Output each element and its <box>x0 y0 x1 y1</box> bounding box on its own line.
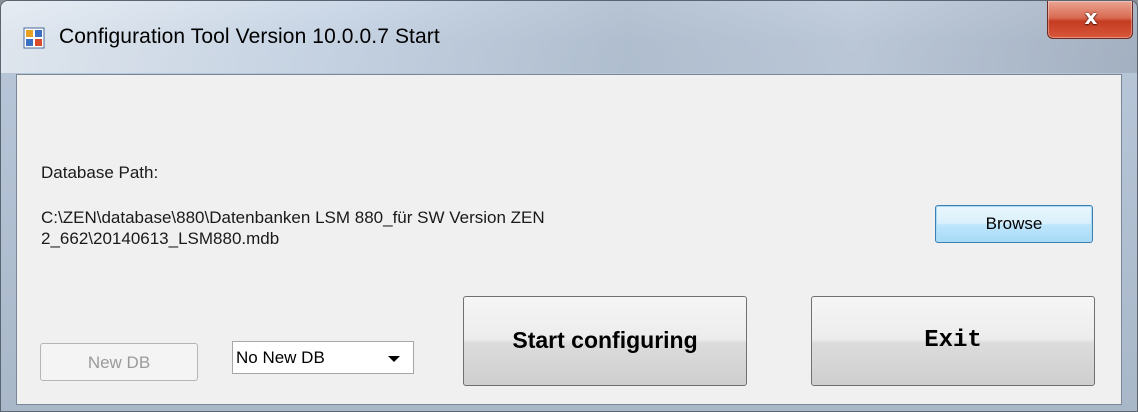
database-path-label: Database Path: <box>41 163 159 182</box>
exit-button[interactable]: Exit <box>811 296 1095 386</box>
dialog-client-area: Database Path: C:\ZEN\database\880\Daten… <box>16 74 1122 405</box>
browse-button[interactable]: Browse <box>935 205 1093 243</box>
window-title: Configuration Tool Version 10.0.0.7 Star… <box>59 25 440 48</box>
start-configuring-label: Start configuring <box>512 327 698 353</box>
exit-label: Exit <box>924 327 982 354</box>
dialog-window: Configuration Tool Version 10.0.0.7 Star… <box>0 0 1138 412</box>
new-db-mode-selected: No New DB <box>236 348 325 367</box>
new-db-button[interactable]: New DB <box>40 343 198 381</box>
database-path-value: C:\ZEN\database\880\Datenbanken LSM 880_… <box>41 208 545 248</box>
new-db-mode-select[interactable]: No New DB <box>232 341 414 374</box>
app-window-icon <box>23 27 45 49</box>
close-button[interactable]: x <box>1047 1 1133 39</box>
title-bar[interactable]: Configuration Tool Version 10.0.0.7 Star… <box>1 1 1137 73</box>
close-icon: x <box>1084 5 1098 29</box>
start-configuring-button[interactable]: Start configuring <box>463 296 747 386</box>
chevron-down-icon[interactable] <box>388 356 400 362</box>
